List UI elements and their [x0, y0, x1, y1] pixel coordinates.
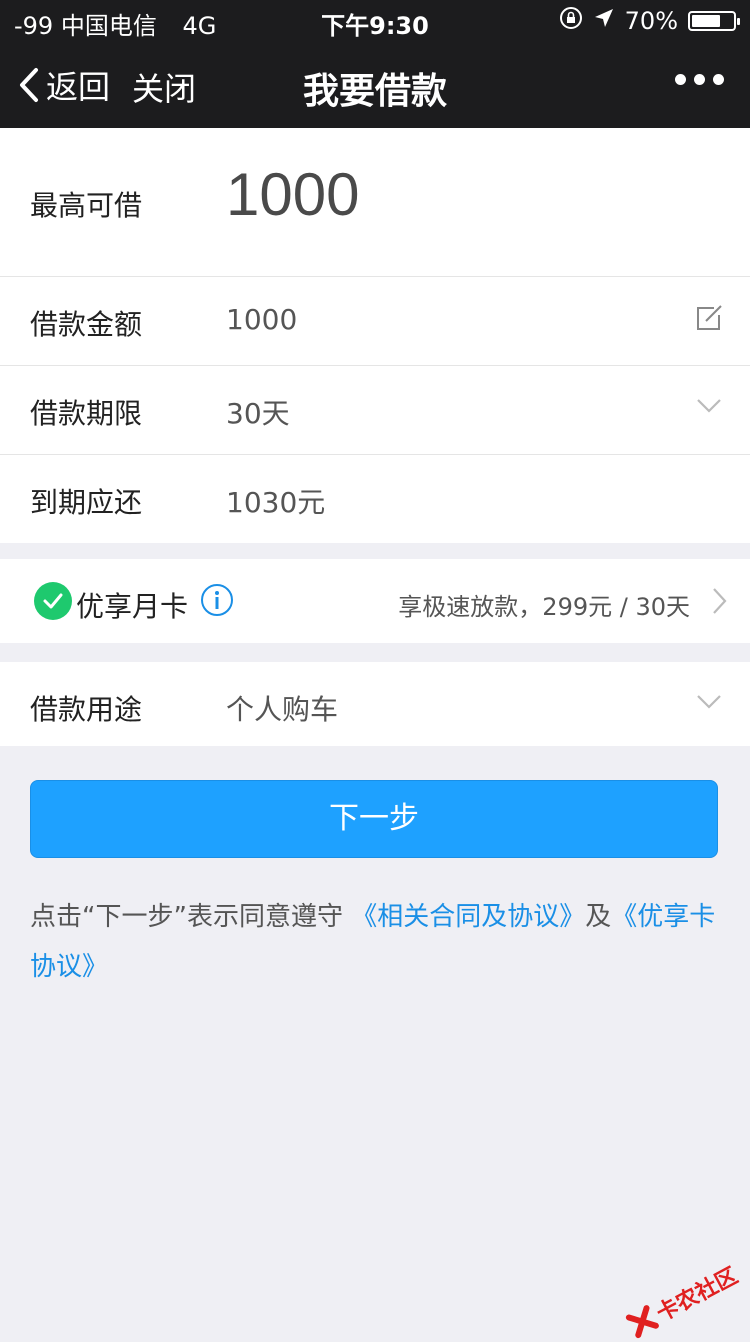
loan-term-value: 30天 — [226, 392, 290, 432]
card-section: 优享月卡 享极速放款，299元 / 30天 — [0, 559, 750, 643]
repay-label: 到期应还 — [30, 481, 142, 521]
check-circle-icon[interactable] — [34, 582, 72, 620]
loan-purpose-row[interactable]: 借款用途 个人购车 — [0, 662, 750, 746]
loan-amount-label: 借款金额 — [30, 303, 142, 343]
next-step-button[interactable]: 下一步 — [30, 780, 718, 858]
loan-amount-row[interactable]: 借款金额 1000 — [0, 277, 750, 366]
battery-fill — [692, 15, 720, 27]
chevron-down-icon[interactable] — [696, 694, 722, 714]
loan-term-label: 借款期限 — [30, 392, 142, 432]
navigation-bar: 返回 关闭 我要借款 — [0, 40, 750, 128]
chevron-down-icon[interactable] — [696, 398, 722, 418]
rotation-lock-icon — [559, 6, 583, 36]
watermark-text: 卡农社区 — [650, 1258, 743, 1328]
loan-purpose-value: 个人购车 — [226, 688, 338, 728]
card-description: 享极速放款，299元 / 30天 — [398, 587, 690, 622]
agreement-join: 及 — [585, 902, 611, 932]
status-bar: -99 中国电信 4G 下午9:30 70% — [0, 0, 750, 40]
status-right-group: 70% — [559, 6, 736, 36]
loan-info-section: 最高可借 1000 借款金额 1000 借款期限 30天 到期应还 1030元 — [0, 128, 750, 543]
location-arrow-icon — [593, 7, 615, 35]
more-options-icon[interactable] — [675, 74, 724, 85]
purpose-section: 借款用途 个人购车 — [0, 662, 750, 746]
repay-value: 1030元 — [226, 481, 325, 521]
card-row[interactable]: 优享月卡 享极速放款，299元 / 30天 — [0, 559, 750, 643]
watermark: 卡农社区 — [623, 1258, 742, 1342]
max-borrow-value: 1000 — [226, 160, 359, 229]
battery-icon — [688, 11, 736, 31]
battery-percent: 70% — [625, 7, 678, 35]
contract-agreement-link[interactable]: 《相关合同及协议》 — [351, 902, 585, 932]
agreement-prefix: 点击“下一步”表示同意遵守 — [30, 902, 343, 932]
page-title: 我要借款 — [0, 62, 750, 114]
loan-amount-value[interactable]: 1000 — [226, 303, 297, 336]
edit-icon[interactable] — [694, 303, 724, 337]
max-borrow-row: 最高可借 1000 — [0, 128, 750, 277]
loan-term-row[interactable]: 借款期限 30天 — [0, 366, 750, 455]
card-label: 优享月卡 — [76, 585, 188, 625]
agreement-text: 点击“下一步”表示同意遵守 《相关合同及协议》及《优享卡协议》 — [30, 892, 725, 992]
repay-row: 到期应还 1030元 — [0, 455, 750, 543]
max-borrow-label: 最高可借 — [30, 184, 142, 224]
chevron-right-icon[interactable] — [712, 587, 728, 619]
info-icon[interactable] — [200, 583, 234, 621]
loan-purpose-label: 借款用途 — [30, 688, 142, 728]
